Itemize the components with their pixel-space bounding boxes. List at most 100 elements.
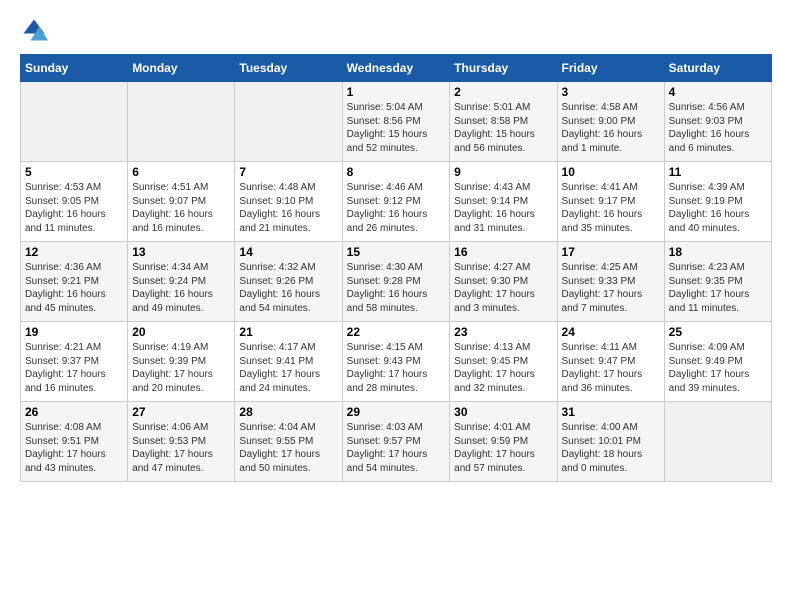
calendar-cell: 7 Sunrise: 4:48 AM Sunset: 9:10 PM Daylig… — [235, 162, 342, 242]
calendar-week-row: 26 Sunrise: 4:08 AM Sunset: 9:51 PM Dayli… — [21, 402, 772, 482]
calendar-cell: 15 Sunrise: 4:30 AM Sunset: 9:28 PM Dayli… — [342, 242, 450, 322]
weekday-header: Saturday — [664, 55, 771, 82]
day-info: Sunrise: 4:00 AM Sunset: 10:01 PM Daylig… — [562, 421, 660, 475]
day-info: Sunrise: 4:43 AM Sunset: 9:14 PM Dayligh… — [454, 181, 552, 235]
day-number: 28 — [239, 405, 337, 419]
day-number: 2 — [454, 85, 552, 99]
day-info: Sunrise: 4:56 AM Sunset: 9:03 PM Dayligh… — [669, 101, 767, 155]
calendar-cell — [235, 82, 342, 162]
day-number: 18 — [669, 245, 767, 259]
calendar-cell — [128, 82, 235, 162]
day-info: Sunrise: 4:46 AM Sunset: 9:12 PM Dayligh… — [347, 181, 446, 235]
calendar-cell: 3 Sunrise: 4:58 AM Sunset: 9:00 PM Daylig… — [557, 82, 664, 162]
day-info: Sunrise: 4:48 AM Sunset: 9:10 PM Dayligh… — [239, 181, 337, 235]
day-info: Sunrise: 4:13 AM Sunset: 9:45 PM Dayligh… — [454, 341, 552, 395]
day-number: 30 — [454, 405, 552, 419]
day-info: Sunrise: 4:06 AM Sunset: 9:53 PM Dayligh… — [132, 421, 230, 475]
day-info: Sunrise: 4:21 AM Sunset: 9:37 PM Dayligh… — [25, 341, 123, 395]
day-number: 15 — [347, 245, 446, 259]
calendar-cell: 18 Sunrise: 4:23 AM Sunset: 9:35 PM Dayli… — [664, 242, 771, 322]
calendar-cell: 19Sunrise: 4:21 AM Sunset: 9:37 PM Dayli… — [21, 322, 128, 402]
calendar-cell: 4 Sunrise: 4:56 AM Sunset: 9:03 PM Daylig… — [664, 82, 771, 162]
day-number: 5 — [25, 165, 123, 179]
day-number: 20 — [132, 325, 230, 339]
day-number: 9 — [454, 165, 552, 179]
calendar-cell: 10 Sunrise: 4:41 AM Sunset: 9:17 PM Dayli… — [557, 162, 664, 242]
calendar-cell: 8 Sunrise: 4:46 AM Sunset: 9:12 PM Daylig… — [342, 162, 450, 242]
calendar-cell: 23 Sunrise: 4:13 AM Sunset: 9:45 PM Dayli… — [450, 322, 557, 402]
day-info: Sunrise: 4:58 AM Sunset: 9:00 PM Dayligh… — [562, 101, 660, 155]
weekday-header: Friday — [557, 55, 664, 82]
day-number: 31 — [562, 405, 660, 419]
day-info: Sunrise: 4:01 AM Sunset: 9:59 PM Dayligh… — [454, 421, 552, 475]
weekday-header: Tuesday — [235, 55, 342, 82]
calendar-week-row: 19Sunrise: 4:21 AM Sunset: 9:37 PM Dayli… — [21, 322, 772, 402]
calendar-cell: 24 Sunrise: 4:11 AM Sunset: 9:47 PM Dayli… — [557, 322, 664, 402]
day-number: 21 — [239, 325, 337, 339]
day-number: 16 — [454, 245, 552, 259]
calendar-cell: 16 Sunrise: 4:27 AM Sunset: 9:30 PM Dayli… — [450, 242, 557, 322]
weekday-header: Sunday — [21, 55, 128, 82]
calendar-week-row: 12Sunrise: 4:36 AM Sunset: 9:21 PM Dayli… — [21, 242, 772, 322]
calendar-cell: 30 Sunrise: 4:01 AM Sunset: 9:59 PM Dayli… — [450, 402, 557, 482]
day-info: Sunrise: 4:41 AM Sunset: 9:17 PM Dayligh… — [562, 181, 660, 235]
calendar-cell: 26 Sunrise: 4:08 AM Sunset: 9:51 PM Dayli… — [21, 402, 128, 482]
calendar-cell: 12Sunrise: 4:36 AM Sunset: 9:21 PM Dayli… — [21, 242, 128, 322]
day-info: Sunrise: 4:51 AM Sunset: 9:07 PM Dayligh… — [132, 181, 230, 235]
day-info: Sunrise: 4:36 AM Sunset: 9:21 PM Dayligh… — [25, 261, 123, 315]
calendar-cell: 9 Sunrise: 4:43 AM Sunset: 9:14 PM Daylig… — [450, 162, 557, 242]
calendar-cell: 28 Sunrise: 4:04 AM Sunset: 9:55 PM Dayli… — [235, 402, 342, 482]
calendar-cell: 20 Sunrise: 4:19 AM Sunset: 9:39 PM Dayli… — [128, 322, 235, 402]
day-number: 24 — [562, 325, 660, 339]
calendar-cell: 14Sunrise: 4:32 AM Sunset: 9:26 PM Dayli… — [235, 242, 342, 322]
day-number: 13 — [132, 245, 230, 259]
calendar-header — [20, 16, 772, 44]
day-info: Sunrise: 4:17 AM Sunset: 9:41 PM Dayligh… — [239, 341, 337, 395]
day-number: 7 — [239, 165, 337, 179]
day-number: 6 — [132, 165, 230, 179]
calendar-cell: 29 Sunrise: 4:03 AM Sunset: 9:57 PM Dayli… — [342, 402, 450, 482]
day-info: Sunrise: 4:03 AM Sunset: 9:57 PM Dayligh… — [347, 421, 446, 475]
calendar-cell: 21 Sunrise: 4:17 AM Sunset: 9:41 PM Dayli… — [235, 322, 342, 402]
day-number: 8 — [347, 165, 446, 179]
day-info: Sunrise: 4:30 AM Sunset: 9:28 PM Dayligh… — [347, 261, 446, 315]
weekday-header: Thursday — [450, 55, 557, 82]
day-info: Sunrise: 4:08 AM Sunset: 9:51 PM Dayligh… — [25, 421, 123, 475]
day-info: Sunrise: 5:04 AM Sunset: 8:56 PM Dayligh… — [347, 101, 446, 155]
calendar-cell: 6 Sunrise: 4:51 AM Sunset: 9:07 PM Daylig… — [128, 162, 235, 242]
day-number: 3 — [562, 85, 660, 99]
day-number: 26 — [25, 405, 123, 419]
calendar-cell: 1 Sunrise: 5:04 AM Sunset: 8:56 PM Daylig… — [342, 82, 450, 162]
calendar-cell — [664, 402, 771, 482]
day-number: 10 — [562, 165, 660, 179]
day-number: 23 — [454, 325, 552, 339]
calendar-cell: 2Sunrise: 5:01 AM Sunset: 8:58 PM Daylig… — [450, 82, 557, 162]
calendar-cell: 13 Sunrise: 4:34 AM Sunset: 9:24 PM Dayli… — [128, 242, 235, 322]
day-info: Sunrise: 4:23 AM Sunset: 9:35 PM Dayligh… — [669, 261, 767, 315]
day-info: Sunrise: 4:34 AM Sunset: 9:24 PM Dayligh… — [132, 261, 230, 315]
day-number: 22 — [347, 325, 446, 339]
calendar-week-row: 5Sunrise: 4:53 AM Sunset: 9:05 PM Daylig… — [21, 162, 772, 242]
weekday-header: Wednesday — [342, 55, 450, 82]
day-info: Sunrise: 4:11 AM Sunset: 9:47 PM Dayligh… — [562, 341, 660, 395]
weekday-header-row: SundayMondayTuesdayWednesdayThursdayFrid… — [21, 55, 772, 82]
calendar-week-row: 1 Sunrise: 5:04 AM Sunset: 8:56 PM Daylig… — [21, 82, 772, 162]
day-number: 29 — [347, 405, 446, 419]
day-info: Sunrise: 4:25 AM Sunset: 9:33 PM Dayligh… — [562, 261, 660, 315]
day-number: 1 — [347, 85, 446, 99]
day-info: Sunrise: 4:04 AM Sunset: 9:55 PM Dayligh… — [239, 421, 337, 475]
day-number: 17 — [562, 245, 660, 259]
calendar-cell: 17 Sunrise: 4:25 AM Sunset: 9:33 PM Dayli… — [557, 242, 664, 322]
day-info: Sunrise: 4:27 AM Sunset: 9:30 PM Dayligh… — [454, 261, 552, 315]
day-number: 4 — [669, 85, 767, 99]
day-number: 11 — [669, 165, 767, 179]
weekday-header: Monday — [128, 55, 235, 82]
calendar-cell — [21, 82, 128, 162]
calendar-container: SundayMondayTuesdayWednesdayThursdayFrid… — [0, 0, 792, 492]
day-info: Sunrise: 4:19 AM Sunset: 9:39 PM Dayligh… — [132, 341, 230, 395]
day-info: Sunrise: 4:32 AM Sunset: 9:26 PM Dayligh… — [239, 261, 337, 315]
calendar-cell: 22 Sunrise: 4:15 AM Sunset: 9:43 PM Dayli… — [342, 322, 450, 402]
calendar-cell: 27 Sunrise: 4:06 AM Sunset: 9:53 PM Dayli… — [128, 402, 235, 482]
day-number: 27 — [132, 405, 230, 419]
day-info: Sunrise: 4:15 AM Sunset: 9:43 PM Dayligh… — [347, 341, 446, 395]
